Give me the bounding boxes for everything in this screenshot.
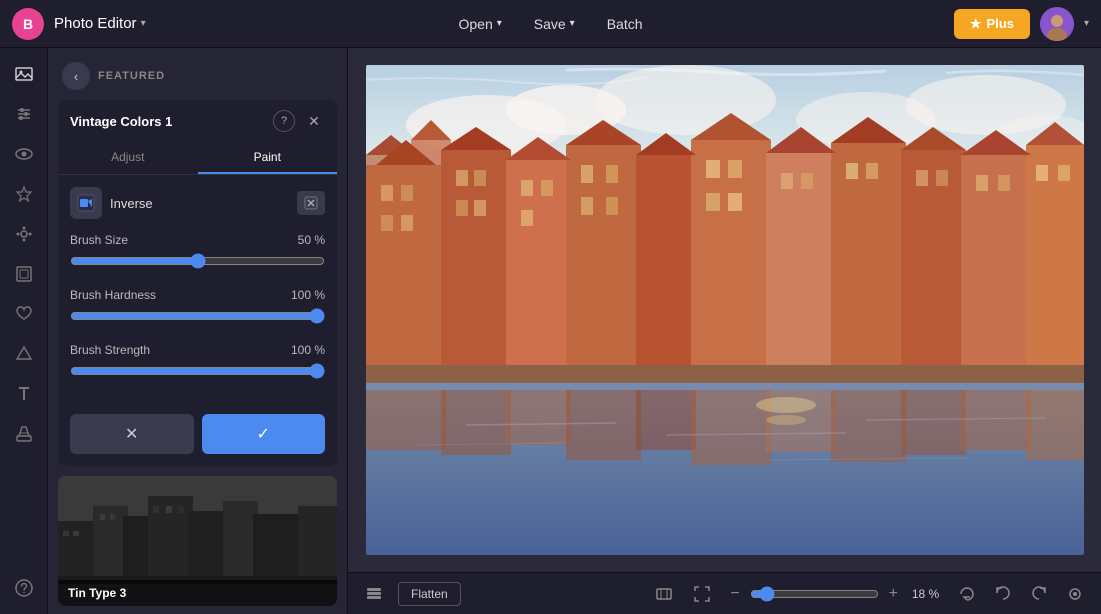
eye-icon xyxy=(15,145,33,163)
tab-paint[interactable]: Paint xyxy=(198,142,338,174)
avatar[interactable] xyxy=(1040,7,1074,41)
zoom-value: 18 % xyxy=(908,587,943,601)
panel-header: ‹ FEATURED xyxy=(48,48,347,100)
sidebar-item-view[interactable] xyxy=(6,136,42,172)
inverse-label: Inverse xyxy=(110,196,289,211)
panel-title: FEATURED xyxy=(98,70,165,82)
tin-type-thumbnail[interactable]: Tin Type 3 xyxy=(58,476,337,606)
brush-hardness-group: Brush Hardness 100 % xyxy=(70,288,325,329)
effects-icon xyxy=(15,225,33,243)
topbar-right: ★ Plus ▾ xyxy=(954,7,1089,41)
canvas-area: Flatten − + xyxy=(348,48,1101,614)
icon-bar xyxy=(0,48,48,614)
brush-size-value: 50 % xyxy=(298,233,325,247)
effect-close-button[interactable]: ✕ xyxy=(303,110,325,132)
flatten-button[interactable]: Flatten xyxy=(398,582,461,606)
topbar: B Photo Editor ▾ Open ▾ Save ▾ Batch ★ P… xyxy=(0,0,1101,48)
heart-icon xyxy=(15,305,33,323)
brush-size-label: Brush Size xyxy=(70,233,128,247)
open-button[interactable]: Open ▾ xyxy=(444,10,515,38)
inverse-delete-button[interactable] xyxy=(297,191,325,215)
panel-back-button[interactable]: ‹ xyxy=(62,62,90,90)
canvas-inner[interactable] xyxy=(348,48,1101,572)
fit-screen-icon[interactable] xyxy=(650,580,678,608)
thumbnail-label: Tin Type 3 xyxy=(58,580,337,606)
action-buttons: ✕ ✓ xyxy=(70,414,325,454)
layers-icon[interactable] xyxy=(360,580,388,608)
main-area: ‹ FEATURED Vintage Colors 1 ? ✕ Adjust P… xyxy=(0,48,1101,614)
brush-strength-slider[interactable] xyxy=(70,363,325,379)
brush-strength-value: 100 % xyxy=(291,343,325,357)
confirm-button[interactable]: ✓ xyxy=(202,414,326,454)
inverse-icon xyxy=(70,187,102,219)
zoom-out-button[interactable]: − xyxy=(726,581,743,607)
effect-card-header: Vintage Colors 1 ? ✕ xyxy=(58,100,337,142)
topbar-center-actions: Open ▾ Save ▾ Batch xyxy=(444,10,656,38)
brush-size-slider[interactable] xyxy=(70,253,325,269)
bottom-right-actions xyxy=(953,580,1089,608)
bottom-bar: Flatten − + xyxy=(348,572,1101,614)
sidebar-item-text[interactable] xyxy=(6,376,42,412)
brush-strength-group: Brush Strength 100 % xyxy=(70,343,325,384)
sidebar-item-overlays[interactable] xyxy=(6,296,42,332)
zoom-in-button[interactable]: + xyxy=(885,581,902,607)
brush-hardness-slider[interactable] xyxy=(70,308,325,324)
shapes-icon xyxy=(15,345,33,363)
sidebar-item-frames[interactable] xyxy=(6,256,42,292)
app-name-dropdown[interactable]: Photo Editor ▾ xyxy=(54,15,146,32)
expand-icon[interactable] xyxy=(688,580,716,608)
sidebar-item-image[interactable] xyxy=(6,56,42,92)
star-icon xyxy=(15,185,33,203)
brush-hardness-label: Brush Hardness xyxy=(70,288,156,302)
sidebar-item-favorites[interactable] xyxy=(6,176,42,212)
avatar-image xyxy=(1040,7,1074,41)
rotate-icon[interactable] xyxy=(953,580,981,608)
sliders-icon xyxy=(15,105,33,123)
draw-icon xyxy=(15,425,33,443)
help-icon xyxy=(15,579,33,597)
sidebar-item-shapes[interactable] xyxy=(6,336,42,372)
save-button[interactable]: Save ▾ xyxy=(520,10,589,38)
app-name-label: Photo Editor xyxy=(54,15,137,32)
avatar-chevron[interactable]: ▾ xyxy=(1084,18,1089,29)
brush-size-group: Brush Size 50 % xyxy=(70,233,325,274)
inverse-row: Inverse xyxy=(70,187,325,219)
redo-icon[interactable] xyxy=(1025,580,1053,608)
text-icon xyxy=(15,385,33,403)
batch-button[interactable]: Batch xyxy=(593,10,657,38)
zoom-slider[interactable] xyxy=(750,586,879,602)
effect-tabs: Adjust Paint xyxy=(58,142,337,175)
sidebar-item-adjustments[interactable] xyxy=(6,96,42,132)
frame-icon xyxy=(15,265,33,283)
undo-icon[interactable] xyxy=(989,580,1017,608)
plus-star: ★ xyxy=(970,16,982,32)
plus-button[interactable]: ★ Plus xyxy=(954,9,1030,39)
brush-strength-label: Brush Strength xyxy=(70,343,150,357)
photo-canvas xyxy=(366,65,1084,555)
paint-controls: Inverse Brush Size 50 % xyxy=(58,175,337,410)
app-logo: B xyxy=(12,8,44,40)
sidebar-item-effects[interactable] xyxy=(6,216,42,252)
settings-icon[interactable] xyxy=(1061,580,1089,608)
brush-hardness-value: 100 % xyxy=(291,288,325,302)
sidebar-item-draw[interactable] xyxy=(6,416,42,452)
tab-adjust[interactable]: Adjust xyxy=(58,142,198,174)
effect-name: Vintage Colors 1 xyxy=(70,114,265,129)
panel: ‹ FEATURED Vintage Colors 1 ? ✕ Adjust P… xyxy=(48,48,348,614)
help-button[interactable] xyxy=(6,570,42,606)
cancel-button[interactable]: ✕ xyxy=(70,414,194,454)
app-name-chevron: ▾ xyxy=(141,18,146,29)
image-icon xyxy=(15,65,33,83)
effect-card: Vintage Colors 1 ? ✕ Adjust Paint xyxy=(58,100,337,466)
zoom-control: − + 18 % xyxy=(726,581,943,607)
effect-help-button[interactable]: ? xyxy=(273,110,295,132)
